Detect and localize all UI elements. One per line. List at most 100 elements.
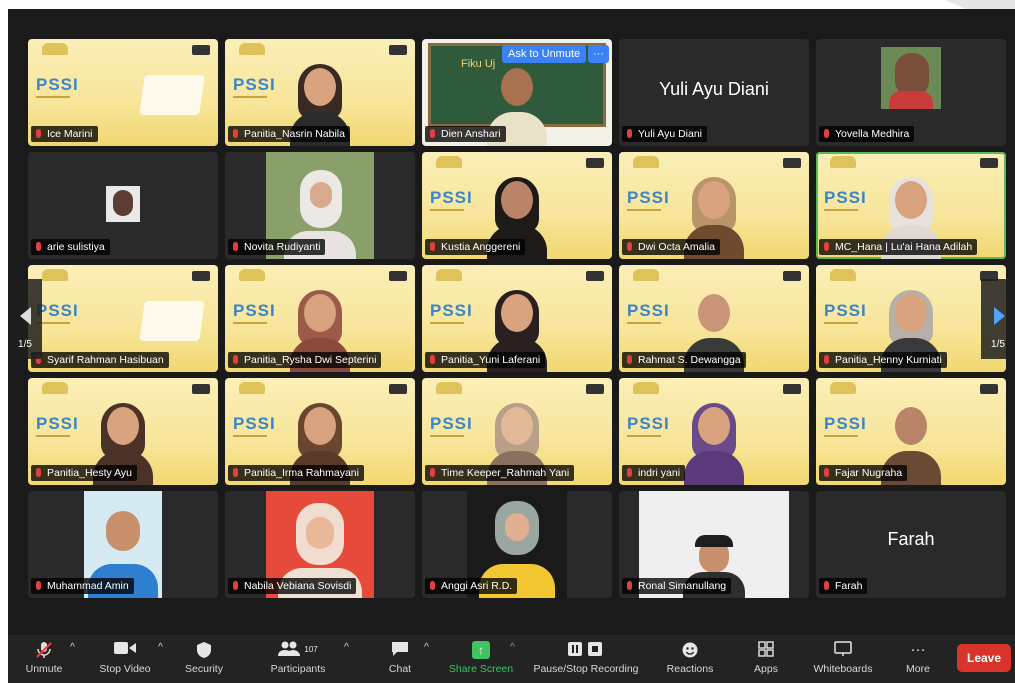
qr-icon	[980, 384, 998, 394]
participant-name: Panitia_Yuni Laferani	[425, 352, 546, 368]
video-tile[interactable]: Yovella Medhira	[816, 39, 1006, 146]
crest-icon	[436, 269, 462, 281]
share-screen-icon: ↑	[472, 641, 490, 659]
next-page-button[interactable]: 1/5	[981, 279, 1015, 359]
reactions-button[interactable]: Reactions	[658, 641, 722, 675]
qr-icon	[192, 384, 210, 394]
video-tile[interactable]: PSSI Panitia_Yuni Laferani	[422, 265, 612, 372]
qr-icon	[783, 158, 801, 168]
video-tile[interactable]: Muhammad Amin	[28, 491, 218, 598]
participant-name: Kustia Anggereni	[425, 239, 526, 255]
ask-to-unmute-button[interactable]: Ask to Unmute	[502, 45, 587, 63]
video-tile[interactable]: Ronal Simanullang	[619, 491, 809, 598]
video-tile[interactable]: arie sulistiya	[28, 152, 218, 259]
whiteboards-button[interactable]: Whiteboards	[806, 641, 880, 675]
video-tile[interactable]: Anggi Asri R.D.	[422, 491, 612, 598]
laptop-graphic	[139, 75, 205, 115]
participant-name: Fajar Nugraha	[819, 465, 908, 481]
video-tile[interactable]: PSSI Dwi Octa Amalia	[619, 152, 809, 259]
participant-name: Anggi Asri R.D.	[425, 578, 518, 594]
video-tile[interactable]: PSSI Ice Marini	[28, 39, 218, 146]
video-tile[interactable]: PSSI Syarif Rahman Hasibuan	[28, 265, 218, 372]
pssi-logo: PSSI	[430, 301, 473, 324]
video-tile[interactable]: PSSI Panitia_Hesty Ayu	[28, 378, 218, 485]
qr-icon	[980, 158, 998, 168]
participant-name: indri yani	[622, 465, 686, 481]
more-button[interactable]: ··· More	[896, 641, 940, 675]
video-tile[interactable]: Farah Farah	[816, 491, 1006, 598]
pause-stop-recording-button[interactable]: Pause/Stop Recording	[530, 641, 642, 675]
participant-name: Syarif Rahman Hasibuan	[31, 352, 169, 368]
video-tile[interactable]: Novita Rudiyanti	[225, 152, 415, 259]
crest-icon	[830, 382, 856, 394]
share-screen-button[interactable]: ↑ Share Screen	[446, 641, 516, 675]
crest-icon	[42, 43, 68, 55]
video-tile[interactable]: PSSI Rahmat S. Dewangga	[619, 265, 809, 372]
chat-options-caret-icon[interactable]: ^	[424, 641, 429, 653]
participant-name: Rahmat S. Dewangga	[622, 352, 746, 368]
whiteboards-label: Whiteboards	[813, 663, 873, 675]
qr-icon	[586, 271, 604, 281]
participants-button[interactable]: 107 Participants	[262, 641, 334, 675]
audio-options-caret-icon[interactable]: ^	[70, 641, 75, 653]
participant-name: Nabila Vebiana Sovisdi	[228, 578, 357, 594]
profile-photo	[881, 47, 941, 109]
crest-icon	[633, 269, 659, 281]
more-dots-icon: ···	[910, 641, 926, 658]
video-tile[interactable]: PSSI Fajar Nugraha	[816, 378, 1006, 485]
video-tile[interactable]: PSSI Panitia_Henny Kurniati	[816, 265, 1006, 372]
video-tile[interactable]: PSSI indri yani	[619, 378, 809, 485]
chat-button[interactable]: Chat	[380, 641, 420, 675]
page-indicator: 1/5	[18, 339, 32, 350]
video-options-caret-icon[interactable]: ^	[158, 641, 163, 653]
participant-count: 107	[304, 645, 318, 654]
crest-icon	[42, 269, 68, 281]
participant-name: Dwi Octa Amalia	[622, 239, 721, 255]
chat-label: Chat	[388, 663, 412, 675]
participants-options-caret-icon[interactable]: ^	[344, 641, 349, 653]
security-label: Security	[185, 663, 223, 675]
video-tile[interactable]: PSSI Panitia_Nasrin Nabila	[225, 39, 415, 146]
pssi-logo: PSSI	[36, 414, 79, 437]
video-tile[interactable]: PSSI Kustia Anggereni	[422, 152, 612, 259]
zoom-meeting-window: PSSI Ice Marini PSSI Panitia_Nasrin Nabi…	[8, 9, 1015, 683]
chat-bubble-icon	[380, 641, 420, 659]
pssi-logo: PSSI	[233, 301, 276, 324]
participants-icon: 107	[262, 641, 334, 659]
video-tile[interactable]: Fiku Uj Ask to Unmute ··· Dien Anshari	[422, 39, 612, 146]
qr-icon	[586, 158, 604, 168]
participant-name: Farah	[819, 578, 868, 594]
laptop-graphic	[139, 301, 205, 341]
participant-name: Time Keeper_Rahmah Yani	[425, 465, 575, 481]
unmute-button[interactable]: Unmute	[14, 641, 74, 675]
video-tile[interactable]: PSSI Panitia_Rysha Dwi Septerini	[225, 265, 415, 372]
participant-name: Ronal Simanullang	[622, 578, 732, 594]
crest-icon	[239, 43, 265, 55]
apps-label: Apps	[754, 663, 778, 675]
participant-video	[684, 403, 744, 485]
participant-name: Dien Anshari	[425, 126, 506, 142]
pssi-logo: PSSI	[824, 301, 867, 324]
pssi-logo: PSSI	[233, 75, 276, 98]
security-button[interactable]: Security	[176, 641, 232, 675]
video-tile[interactable]: PSSI Panitia_Irma Rahmayani	[225, 378, 415, 485]
video-tile[interactable]: PSSI Time Keeper_Rahmah Yani	[422, 378, 612, 485]
leave-button[interactable]: Leave	[957, 644, 1011, 672]
video-tile-active-speaker[interactable]: PSSI MC_Hana | Lu'ai Hana Adilah	[816, 152, 1006, 259]
crest-icon	[830, 269, 856, 281]
crest-icon	[830, 156, 856, 168]
video-tile[interactable]: Yuli Ayu Diani Yuli Ayu Diani	[619, 39, 809, 146]
apps-button[interactable]: Apps	[744, 641, 788, 675]
whiteboard-icon	[806, 641, 880, 659]
participant-name: Muhammad Amin	[31, 578, 134, 594]
reactions-label: Reactions	[666, 663, 714, 675]
pssi-logo: PSSI	[233, 414, 276, 437]
tile-more-button[interactable]: ···	[588, 45, 609, 63]
video-tile[interactable]: Nabila Vebiana Sovisdi	[225, 491, 415, 598]
previous-page-button[interactable]: 1/5	[8, 279, 42, 359]
recording-label: Pause/Stop Recording	[533, 663, 639, 675]
share-options-caret-icon[interactable]: ^	[510, 641, 515, 653]
stop-video-button[interactable]: Stop Video	[90, 641, 160, 675]
qr-icon	[389, 45, 407, 55]
participant-name: MC_Hana | Lu'ai Hana Adilah	[819, 239, 978, 255]
